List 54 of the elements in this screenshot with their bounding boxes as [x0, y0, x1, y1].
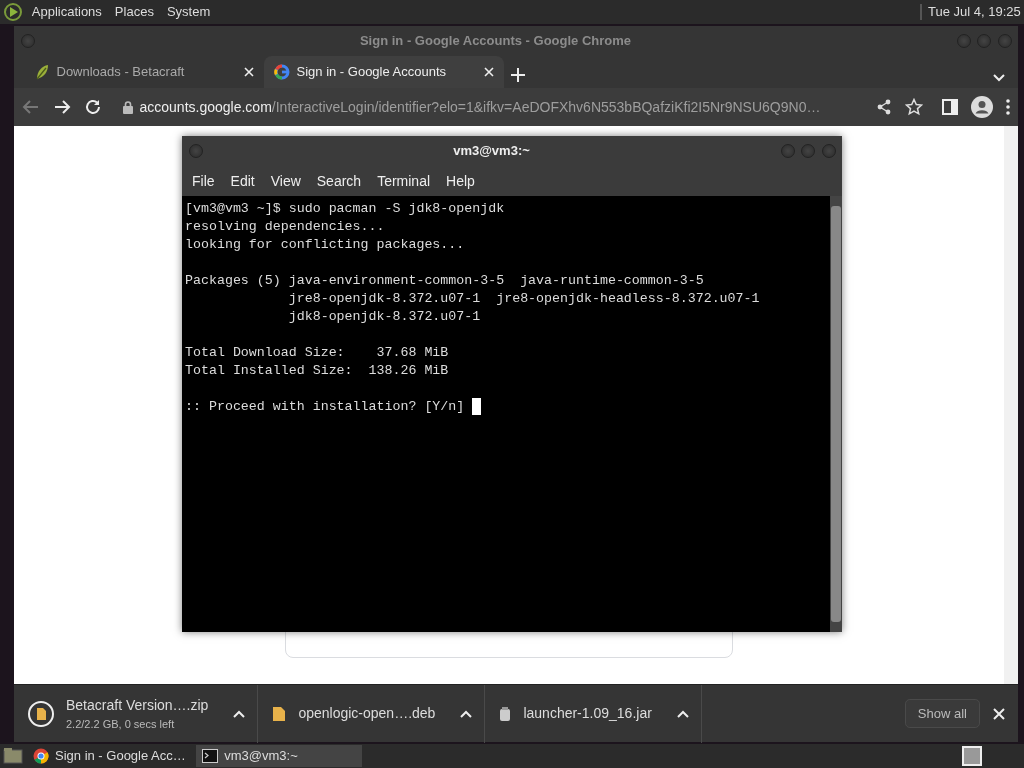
terminal-line: [vm3@vm3 ~]$ sudo pacman -S jdk8-openjdk — [185, 201, 505, 216]
file-icon — [28, 700, 54, 727]
terminal-line: Total Installed Size: 138.26 MiB — [185, 363, 449, 378]
share-icon[interactable] — [875, 99, 892, 115]
caret-icon[interactable] — [460, 710, 473, 719]
terminal-line: :: Proceed with installation? [Y/n] — [185, 399, 466, 414]
scrollbar[interactable] — [1004, 126, 1018, 684]
bookmark-star-icon[interactable] — [904, 98, 923, 116]
menu-icon[interactable] — [1006, 99, 1010, 115]
browser-icon — [32, 748, 49, 764]
menu-item[interactable]: View — [262, 170, 309, 192]
browser-tab[interactable]: Downloads - Betacraft — [24, 56, 264, 88]
file-name[interactable]: Betacraft Version….zip — [66, 694, 209, 716]
panel-menu[interactable]: System — [166, 2, 211, 22]
leaf-icon — [34, 64, 50, 80]
terminal-line: jdk8-openjdk-8.372.u07-1 — [287, 309, 481, 324]
reload-button[interactable] — [84, 98, 102, 116]
scrollbar[interactable] — [830, 196, 842, 632]
panel-menu[interactable]: Places — [114, 2, 154, 22]
terminal-line: resolving dependencies... — [185, 219, 385, 234]
caret-icon[interactable] — [233, 710, 246, 719]
google-icon — [274, 64, 290, 80]
panel-menu[interactable]: Applications — [31, 2, 102, 22]
lock-icon — [123, 100, 133, 114]
window-title: vm3@vm3:~ — [452, 142, 531, 161]
new-tab-icon[interactable] — [510, 67, 525, 82]
file-name[interactable]: launcher-1.09_16.jar — [523, 703, 652, 724]
clock[interactable]: Tue Jul 4, 19:25 — [928, 2, 1021, 22]
profile-icon[interactable] — [971, 96, 993, 118]
browser-tab[interactable]: Sign in - Google Accounts — [264, 56, 504, 88]
tab-list-icon[interactable] — [993, 73, 1005, 82]
window-title: Sign in - Google Accounts - Google Chrome — [358, 32, 633, 51]
forward-button[interactable] — [53, 98, 71, 116]
desktop-icon[interactable] — [3, 747, 24, 765]
menu-item[interactable]: Search — [308, 170, 370, 192]
workspace-icon[interactable] — [961, 746, 982, 766]
menu-item[interactable]: Terminal — [369, 170, 439, 192]
menu-item[interactable]: File — [184, 170, 223, 192]
file-icon — [272, 705, 287, 722]
file-name[interactable]: openlogic-open….deb — [298, 703, 436, 724]
show-all-button[interactable]: Show all — [904, 698, 980, 729]
caret-icon[interactable] — [676, 710, 689, 719]
terminal-line: Packages (5) java-environment-common-3-5 java-runtime-common-3-5 — [185, 273, 704, 288]
taskbar-button[interactable]: vm3@vm3:~ — [195, 745, 362, 767]
terminal-icon — [201, 749, 218, 763]
download-status: 2.2/2.2 GB, 0 secs left — [66, 716, 176, 732]
file-icon — [499, 705, 512, 722]
menu-item[interactable]: Help — [438, 170, 483, 192]
terminal-line: Total Download Size: 37.68 MiB — [185, 345, 449, 360]
terminal-line: jre8-openjdk-8.372.u07-1 jre8-openjdk-headless-8.372.u07-1 — [287, 291, 760, 306]
menu-item[interactable]: Edit — [222, 170, 263, 192]
taskbar-button[interactable]: Sign in - Google Acc… — [26, 745, 193, 767]
terminal-line: looking for conflicting packages... — [185, 237, 465, 252]
side-panel-icon[interactable] — [942, 99, 958, 115]
